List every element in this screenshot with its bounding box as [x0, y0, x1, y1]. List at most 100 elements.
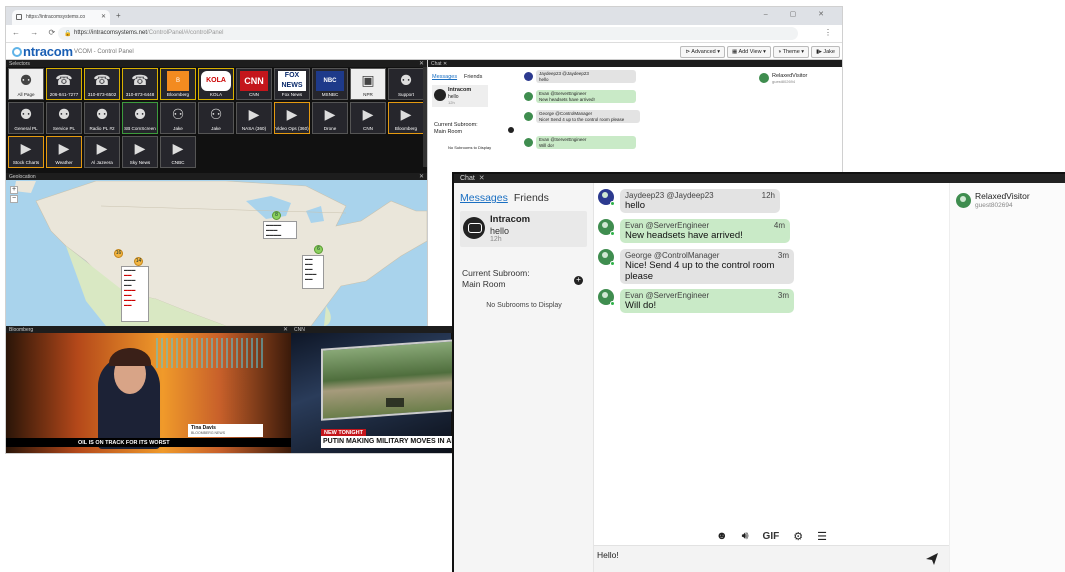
selector-button[interactable]: ⚇ Jake	[160, 102, 196, 134]
selector-button[interactable]: ▶ NASA (360)	[236, 102, 272, 134]
selector-button[interactable]: ▶ Weather	[46, 136, 82, 168]
zoom-out-button[interactable]: −	[10, 195, 18, 203]
theme-menu[interactable]: ◑ Theme ▾	[772, 46, 810, 58]
add-view-menu[interactable]: ▦ Add View ▾	[727, 46, 771, 58]
selector-button[interactable]: CNN CNN	[236, 68, 272, 100]
browser-menu-icon[interactable]: ⋮	[824, 28, 832, 37]
new-tab-icon[interactable]: +	[116, 11, 121, 20]
emoji-icon[interactable]: ☻	[716, 530, 728, 542]
user-menu[interactable]: ▮▸ Jake	[811, 46, 840, 58]
avatar[interactable]	[598, 249, 615, 266]
browser-tab[interactable]: https://intracomsystems.co ✕	[12, 10, 110, 25]
back-tab-friends[interactable]: Friends	[464, 74, 482, 80]
map-canvas[interactable]	[6, 181, 427, 326]
selector-button[interactable]: ▶ Bloomberg	[388, 102, 424, 134]
selector-label: MSNBC	[321, 92, 339, 97]
selector-button[interactable]: ⚉ Support	[388, 68, 424, 100]
conversation-item[interactable]: Intracom hello 12h	[460, 211, 587, 247]
add-subroom-button[interactable]: +	[574, 276, 583, 285]
selector-button[interactable]: ☎ 206-841-7277	[46, 68, 82, 100]
selector-button[interactable]: ▶ CNBC	[160, 136, 196, 168]
selector-button[interactable]: ⚉ Radio PL #2	[84, 102, 120, 134]
online-status-icon	[610, 201, 615, 206]
message-bubble: 4m Evan @ServerEngineer New headsets have …	[620, 219, 790, 243]
selector-button[interactable]: KOLA KOLA	[198, 68, 234, 100]
selector-button[interactable]: ☎ 310-873-6502	[84, 68, 120, 100]
selector-button[interactable]: ▶ Drone	[312, 102, 348, 134]
message-header: 4m Evan @ServerEngineer	[625, 221, 785, 230]
close-icon[interactable]: ✕	[479, 175, 485, 182]
message-header: 12h Jaydeep23 @Jaydeep23	[625, 191, 775, 200]
bloomberg-video-pane[interactable]: Bloomberg ✕ Tina Davis BLOOMBERG NEWS OI…	[6, 326, 291, 453]
url-field[interactable]: 🔒 https://intracomsystems.net/ControlPan…	[58, 27, 798, 40]
zoom-in-button[interactable]: +	[10, 186, 18, 194]
back-message-text: hello	[539, 76, 549, 82]
message-input[interactable]	[597, 550, 897, 560]
online-status-icon	[610, 301, 615, 306]
tab-friends[interactable]: Friends	[514, 192, 549, 204]
phone-icon: ☎	[93, 72, 111, 88]
tab-messages[interactable]: Messages	[460, 192, 508, 204]
map-marker[interactable]: 16	[114, 249, 123, 258]
video-icon: ▶	[134, 140, 146, 156]
avatar[interactable]	[598, 289, 615, 306]
map-marker[interactable]: 14	[134, 257, 143, 266]
back-tab-messages[interactable]: Messages	[432, 74, 457, 80]
cnn-headline: PUTIN MAKING MILITARY MOVES IN AMER	[321, 436, 461, 448]
back-conversation[interactable]: Intracom hello 12h	[432, 85, 488, 107]
message-header: 3m Evan @ServerEngineer	[625, 291, 789, 300]
selector-button[interactable]: FOX NEWS Fox News	[274, 68, 310, 100]
selector-label: Support	[397, 92, 415, 97]
window-controls[interactable]: – ▢ ✕	[764, 10, 834, 18]
group-icon: ⚉	[399, 72, 413, 88]
close-icon[interactable]: ✕	[419, 60, 424, 67]
selector-button[interactable]: ▶ Al Jazeera	[84, 136, 120, 168]
selector-label: Radio PL #2	[89, 126, 115, 131]
selector-button[interactable]: ▶ Sky News	[122, 136, 158, 168]
selector-button[interactable]: ▣ NPR	[350, 68, 386, 100]
send-icon[interactable]	[925, 552, 939, 566]
add-subroom-icon[interactable]	[508, 127, 514, 133]
avatar[interactable]	[598, 189, 615, 206]
selector-button[interactable]: ▶ Stock Charts	[8, 136, 44, 168]
back-message-text: Will do!	[539, 142, 554, 148]
video-icon: ▶	[362, 106, 374, 122]
message-list: 12h Jaydeep23 @Jaydeep23 hello 4m Evan @Serv…	[594, 183, 949, 535]
selector-button[interactable]: B Bloomberg	[160, 68, 196, 100]
message-time: 12h	[761, 191, 775, 200]
selector-button[interactable]: ⚇ Jake	[198, 102, 234, 134]
gif-button[interactable]: GIF	[763, 531, 780, 542]
back-user-id: guest802694	[772, 79, 796, 84]
radio-icon: ▣	[361, 72, 375, 88]
group-icon: ⚉	[19, 72, 33, 88]
online-status-icon	[610, 231, 615, 236]
selector-button[interactable]: ☎ 310-873-6448	[122, 68, 158, 100]
speaker-icon[interactable]: 🔊︎	[742, 530, 749, 543]
selectors-title: Selectors	[9, 61, 30, 67]
nav-buttons[interactable]: ← → ⟳	[12, 28, 59, 37]
selector-grid: ⚉ All Page ☎ 206-841-7277 ☎ 310-873-6502 ☎ 310-…	[8, 68, 424, 168]
menu-icon[interactable]: ☰	[817, 530, 827, 543]
close-icon[interactable]: ✕	[283, 326, 288, 333]
selector-button[interactable]: NBC MSNBC	[312, 68, 348, 100]
video-icon: ▶	[324, 106, 336, 122]
selector-button[interactable]: ⚉ All Page	[8, 68, 44, 100]
map-marker[interactable]: 6	[314, 245, 323, 254]
message-sender: Evan @ServerEngineer	[625, 291, 710, 300]
message-bubble: 3m Evan @ServerEngineer Will do!	[620, 289, 794, 313]
selector-button[interactable]: ⚉ General PL	[8, 102, 44, 134]
close-tab-icon[interactable]: ✕	[101, 13, 106, 20]
gear-icon[interactable]: ⚙	[793, 530, 803, 543]
back-chat-titlebar: Chat ✕	[428, 60, 842, 67]
advanced-menu[interactable]: ⊳ Advanced ▾	[680, 46, 726, 58]
selector-button[interactable]: ▶ Video Ops (360)	[274, 102, 310, 134]
back-avatar	[524, 138, 533, 147]
message-text: Nice! Send 4 up to the control room plea…	[625, 260, 775, 282]
avatar[interactable]	[598, 219, 615, 236]
map-marker[interactable]: 8	[272, 211, 281, 220]
close-icon[interactable]: ✕	[419, 173, 424, 180]
selector-button[interactable]: ▶ CNN	[350, 102, 386, 134]
message-text: New headsets have arrived!	[625, 230, 743, 241]
selector-button[interactable]: ⚉ SB ComScreen	[122, 102, 158, 134]
selector-button[interactable]: ⚉ Service PL	[46, 102, 82, 134]
